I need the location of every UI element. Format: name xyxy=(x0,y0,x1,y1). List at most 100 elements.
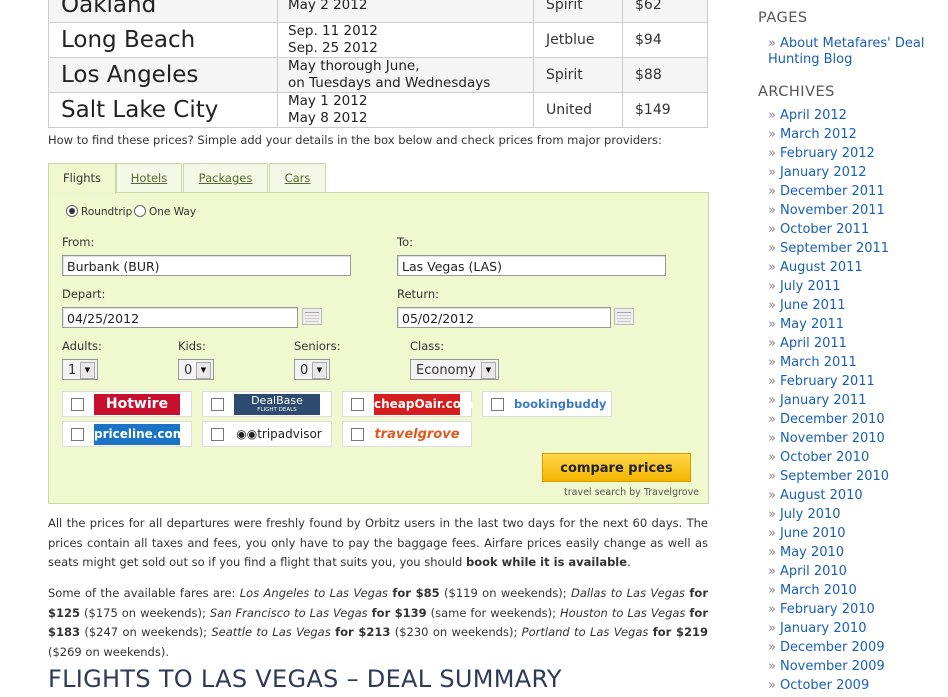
archive-link[interactable]: » February 2010 xyxy=(768,602,875,617)
archive-link[interactable]: » September 2011 xyxy=(768,241,889,256)
travelgrove-logo: travelgrove xyxy=(374,427,460,442)
archive-link[interactable]: » June 2010 xyxy=(768,526,846,541)
archive-link[interactable]: » November 2010 xyxy=(768,431,885,446)
dropdown-arrow-icon: ▼ xyxy=(196,362,211,379)
roundtrip-radio[interactable]: Roundtrip xyxy=(66,205,132,218)
city-cell: Long Beach xyxy=(48,22,278,58)
city-cell: Oakland xyxy=(48,0,278,23)
travel-search-credit: travel search by Travelgrove xyxy=(564,487,700,498)
archive-link[interactable]: » January 2010 xyxy=(768,621,866,636)
archive-link[interactable]: » August 2010 xyxy=(768,488,863,503)
archive-link[interactable]: » October 2011 xyxy=(768,222,869,237)
archive-link[interactable]: » May 2011 xyxy=(768,317,844,332)
howto-text: How to find these prices? Simple add you… xyxy=(48,133,662,147)
sidebar-page-link-cont[interactable]: Hunting Blog xyxy=(768,52,852,67)
depart-date-input[interactable]: 04/25/2012 xyxy=(62,307,298,328)
raquo-icon: » xyxy=(768,336,776,351)
archive-link[interactable]: » December 2009 xyxy=(768,640,885,655)
raquo-icon: » xyxy=(768,621,776,636)
checkbox[interactable] xyxy=(71,428,84,441)
checkbox[interactable] xyxy=(211,428,224,441)
raquo-icon: » xyxy=(768,165,776,180)
archive-link[interactable]: » July 2011 xyxy=(768,279,841,294)
seniors-select[interactable]: 0 ▼ xyxy=(294,359,330,380)
tab-cars[interactable]: Cars xyxy=(269,163,326,193)
section-heading: FLIGHTS TO LAS VEGAS – DEAL SUMMARY xyxy=(48,665,562,693)
archive-link[interactable]: » February 2011 xyxy=(768,374,875,389)
tab-hotels[interactable]: Hotels xyxy=(116,163,182,193)
archive-link[interactable]: » June 2011 xyxy=(768,298,846,313)
archive-link[interactable]: » October 2009 xyxy=(768,678,869,693)
archive-link[interactable]: » January 2011 xyxy=(768,393,866,408)
dates-cell: May thorough June, on Tuesdays and Wednes… xyxy=(277,57,534,93)
archive-link[interactable]: » April 2010 xyxy=(768,564,847,579)
archive-link[interactable]: » November 2009 xyxy=(768,659,885,674)
sidebar-page-link[interactable]: » About Metafares' Deal xyxy=(768,36,924,51)
archive-link[interactable]: » February 2012 xyxy=(768,146,875,161)
to-input[interactable]: Las Vegas (LAS) xyxy=(397,255,666,276)
tab-flights[interactable]: Flights xyxy=(48,163,116,194)
sidebar: PAGES » About Metafares' Deal Hunting Blo… xyxy=(758,0,948,697)
compare-prices-button[interactable]: compare prices xyxy=(542,453,691,482)
adults-select[interactable]: 1 ▼ xyxy=(62,359,98,380)
raquo-icon: » xyxy=(768,127,776,142)
archive-link[interactable]: » May 2010 xyxy=(768,545,844,560)
oneway-radio[interactable]: One Way xyxy=(134,205,196,218)
dates-cell: May 1 2012 May 8 2012 xyxy=(277,92,534,128)
archive-link[interactable]: » October 2010 xyxy=(768,450,869,465)
raquo-icon: » xyxy=(768,355,776,370)
city-cell: Los Angeles xyxy=(48,57,278,93)
class-select[interactable]: Economy ▼ xyxy=(410,359,499,380)
archive-link[interactable]: » December 2010 xyxy=(768,412,885,427)
flight-search-widget: Roundtrip One Way From: Burbank (BUR) To… xyxy=(48,192,709,504)
table-row: Long Beach Sep. 11 2012 Sep. 25 2012 Jetb… xyxy=(48,22,708,58)
checkbox[interactable] xyxy=(351,428,364,441)
archive-link[interactable]: » December 2011 xyxy=(768,184,885,199)
archive-link[interactable]: » March 2010 xyxy=(768,583,857,598)
raquo-icon: » xyxy=(768,602,776,617)
archive-link[interactable]: » January 2012 xyxy=(768,165,866,180)
from-input[interactable]: Burbank (BUR) xyxy=(62,255,351,276)
price-cell: $149 xyxy=(622,92,708,128)
archive-link[interactable]: » April 2012 xyxy=(768,108,847,123)
provider-bookingbuddy[interactable]: bookingbuddy xyxy=(482,391,612,417)
raquo-icon: » xyxy=(768,526,776,541)
raquo-icon: » xyxy=(768,241,776,256)
checkbox[interactable] xyxy=(211,398,224,411)
raquo-icon: » xyxy=(768,36,776,51)
checkbox[interactable] xyxy=(491,398,504,411)
calendar-icon[interactable] xyxy=(302,308,322,325)
archive-link[interactable]: » November 2011 xyxy=(768,203,885,218)
provider-dealbase[interactable]: DealBase FLIGHT DEALS xyxy=(202,391,332,417)
provider-hotwire[interactable]: Hotwire xyxy=(62,391,192,417)
fares-table: Oakland May 2 2012 Spirit $62 Long Beach… xyxy=(48,0,708,128)
archive-link[interactable]: » April 2011 xyxy=(768,336,847,351)
provider-cheapoair[interactable]: cheapOair.com xyxy=(342,391,474,417)
calendar-icon[interactable] xyxy=(614,308,634,325)
raquo-icon: » xyxy=(768,659,776,674)
checkbox[interactable] xyxy=(71,398,84,411)
provider-travelgrove[interactable]: travelgrove xyxy=(342,421,472,447)
archive-link[interactable]: » March 2011 xyxy=(768,355,857,370)
checkbox[interactable] xyxy=(351,398,364,411)
raquo-icon: » xyxy=(768,545,776,560)
dates-cell: May 2 2012 xyxy=(277,0,534,23)
kids-select[interactable]: 0 ▼ xyxy=(178,359,214,380)
archive-link[interactable]: » September 2010 xyxy=(768,469,889,484)
tripadvisor-logo: ◉◉tripadvisor xyxy=(236,427,322,441)
provider-priceline[interactable]: priceline.com xyxy=(62,421,192,447)
cheapoair-logo: cheapOair.com xyxy=(374,394,474,415)
raquo-icon: » xyxy=(768,279,776,294)
archive-link[interactable]: » March 2012 xyxy=(768,127,857,142)
archive-link[interactable]: » August 2011 xyxy=(768,260,863,275)
raquo-icon: » xyxy=(768,469,776,484)
archive-link[interactable]: » July 2010 xyxy=(768,507,841,522)
price-cell: $94 xyxy=(622,22,708,58)
raquo-icon: » xyxy=(768,393,776,408)
tab-packages[interactable]: Packages xyxy=(183,163,268,193)
return-date-input[interactable]: 05/02/2012 xyxy=(397,307,611,328)
pages-heading: PAGES xyxy=(758,10,808,26)
provider-tripadvisor[interactable]: ◉◉tripadvisor xyxy=(202,421,332,447)
raquo-icon: » xyxy=(768,431,776,446)
depart-label: Depart: xyxy=(62,287,106,301)
